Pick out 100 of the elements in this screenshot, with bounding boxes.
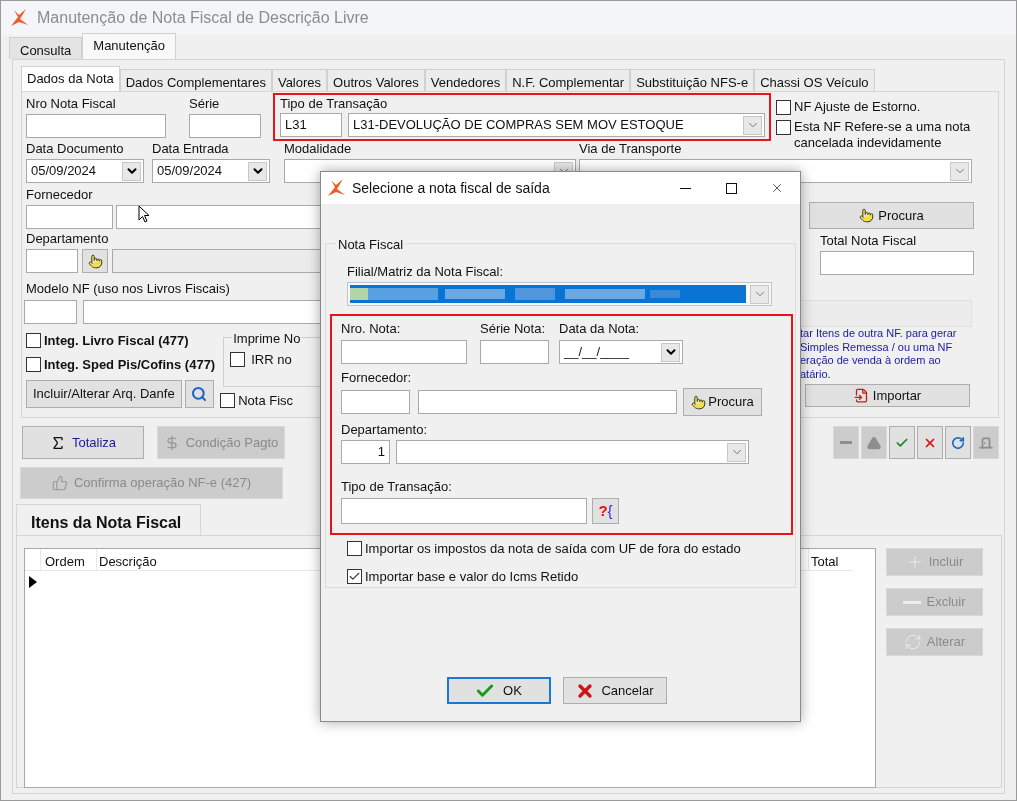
field-label: Tipo de Transação: [341, 479, 452, 495]
input-field[interactable] [341, 340, 467, 364]
field-label: Via de Transporte [579, 141, 682, 157]
tab[interactable]: Outros Valores [327, 69, 425, 91]
tab[interactable]: Chassi OS Veículo [754, 69, 875, 91]
window-title: Manutenção de Nota Fiscal de Descrição Livre [37, 8, 369, 28]
field-label: Fornecedor [26, 187, 93, 203]
input-field[interactable] [418, 390, 677, 414]
column-header[interactable]: Descrição [97, 549, 297, 571]
input-field[interactable] [480, 340, 549, 364]
input-field[interactable] [189, 114, 261, 138]
header-cell [25, 549, 41, 571]
tab[interactable]: Dados da Nota [21, 66, 120, 91]
field-label: Nro Nota Fiscal [26, 96, 116, 112]
checkbox[interactable] [230, 352, 246, 368]
pointing-hand-icon [859, 208, 875, 223]
dropdown-field[interactable]: L31-DEVOLUÇÃO DE COMPRAS SEM MOV ESTOQUE [348, 113, 765, 137]
field-label: Série Nota: [480, 321, 546, 337]
search-icon [191, 386, 208, 402]
cancel-button[interactable]: Cancelar [562, 677, 667, 704]
field-label: Total Nota Fiscal [820, 233, 917, 249]
tab[interactable]: N.F. Complementar [506, 69, 631, 91]
pointing-hand-icon [691, 394, 707, 410]
minus-icon [840, 441, 852, 444]
thumbs-up-icon [52, 475, 68, 491]
input-field[interactable] [26, 114, 166, 138]
door-icon [979, 435, 993, 450]
dropdown-field[interactable]: 05/09/2024 [152, 159, 270, 183]
search-button[interactable] [184, 380, 214, 408]
document-icon [853, 388, 869, 403]
checkbox[interactable] [776, 120, 791, 135]
field-label: Nro. Nota: [341, 321, 401, 337]
tab[interactable]: Manutenção [82, 33, 176, 59]
checkbox[interactable] [347, 541, 362, 557]
input-field[interactable] [26, 205, 113, 229]
field-label: Departamento: [341, 422, 427, 438]
logo-icon [9, 8, 29, 28]
input-field[interactable] [341, 498, 587, 524]
lookup-button[interactable] [82, 249, 108, 273]
tab[interactable]: Dados Complementares [119, 69, 272, 91]
field-label: Filial/Matriz da Nota Fiscal: [347, 264, 504, 280]
checkbox-label: Importar base e valor do Icms Retido [365, 567, 579, 586]
field-label: Data Documento [26, 141, 124, 157]
column-header[interactable]: Total [808, 549, 853, 571]
checkbox-label: Importar os impostos da nota de saída com UF de fora do estado [365, 540, 741, 558]
input-field[interactable] [24, 300, 77, 324]
cursor-icon [138, 205, 150, 223]
row-pointer-icon [29, 576, 37, 588]
checkbox-label: Integ. Sped Pis/Cofins (477) [44, 355, 216, 374]
checkbox-label: Integ. Livro Fiscal (477) [44, 332, 189, 350]
lookup-button[interactable]: ?{ [592, 498, 619, 524]
field-label: Série [189, 96, 220, 112]
redo-icon [951, 435, 965, 450]
tab[interactable]: Vendedores [424, 69, 507, 91]
search-button[interactable]: Procura [809, 202, 974, 229]
minus-icon [903, 600, 922, 604]
danfe-button[interactable]: Incluir/Alterar Arq. Danfe [26, 380, 182, 408]
field-label: Data da Nota: [559, 321, 640, 337]
dropdown-field[interactable]: 05/09/2024 [26, 159, 144, 183]
checkbox-label: NF Ajuste de Estorno. [794, 99, 921, 115]
input-field[interactable] [341, 390, 410, 414]
tab[interactable]: Itens da Nota Fiscal [16, 504, 201, 535]
column-header[interactable]: Ordem [41, 549, 97, 571]
field-label: Departamento [26, 231, 109, 247]
field-label: Modalidade [284, 141, 352, 157]
checkbox[interactable] [26, 356, 41, 372]
checkbox-label: Esta NF Refere-se a uma nota cancelada indevidamente [794, 119, 972, 151]
logo-icon [326, 178, 346, 198]
toolbar-button[interactable] [945, 426, 971, 459]
dropdown-field[interactable] [396, 440, 749, 464]
checkbox-label: Nota Fisc [238, 392, 294, 410]
tab[interactable]: Substituição NFS-e [630, 69, 755, 91]
checkbox[interactable] [347, 568, 362, 584]
dropdown-field[interactable]: __/__/____ [559, 340, 683, 364]
dropdown-field[interactable] [347, 282, 772, 306]
refresh-icon [903, 633, 922, 651]
field-label: Fornecedor: [341, 370, 412, 386]
search-button[interactable]: Procura [683, 388, 762, 416]
field-label: Tipo de Transação [280, 95, 388, 112]
toolbar-button[interactable] [917, 426, 943, 459]
input-field[interactable] [26, 249, 78, 273]
tab[interactable]: Valores [271, 69, 328, 91]
input-field[interactable]: 1 [341, 440, 390, 464]
import-button[interactable]: Importar [805, 384, 970, 407]
input-field[interactable] [820, 251, 974, 275]
import-hint-text: tar Itens de outra NF. para gerar Simples Remessa / ou uma NF eração de venda à ordem ao atário. [800, 327, 958, 381]
dialog-title: Selecione a nota fiscal de saída [352, 178, 550, 198]
checkbox-label: IRR no [251, 351, 292, 369]
triangle-icon [867, 435, 881, 450]
pointing-hand-icon [87, 253, 103, 269]
checkbox[interactable] [220, 393, 236, 409]
field-label: Data Entrada [152, 141, 229, 157]
tab[interactable]: Consulta [9, 37, 83, 59]
checkbox[interactable] [776, 100, 791, 115]
checkbox[interactable] [26, 333, 41, 349]
ok-button[interactable]: OK [446, 677, 551, 704]
action-button[interactable]: Totaliza [22, 426, 144, 459]
input-field[interactable]: L31 [280, 113, 342, 137]
toolbar-button[interactable] [889, 426, 915, 459]
field-label: Modelo NF (uso nos Livros Fiscais) [26, 281, 230, 297]
